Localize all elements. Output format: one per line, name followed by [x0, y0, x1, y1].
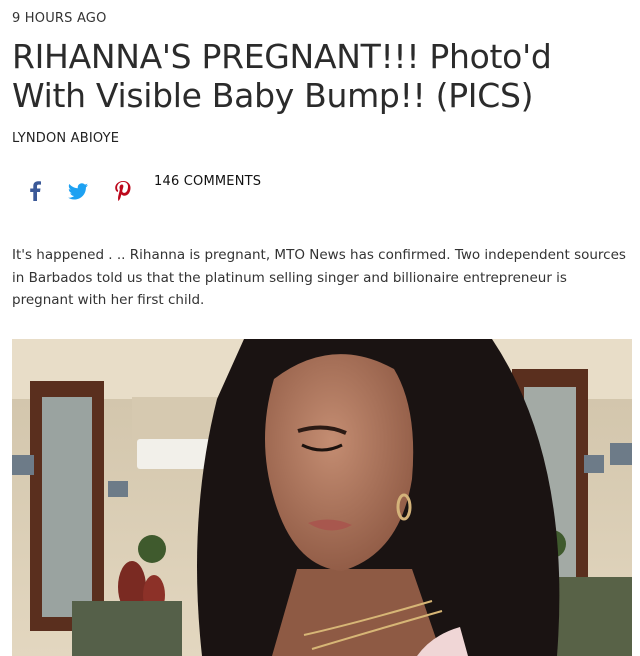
twitter-share-button[interactable] [67, 180, 89, 202]
pinterest-icon [115, 181, 131, 201]
facebook-share-button[interactable] [24, 180, 46, 202]
article-timestamp: 9 HOURS AGO [12, 11, 107, 26]
article-headline: RIHANNA'S PREGNANT!!! Photo'd With Visib… [12, 37, 552, 115]
pinterest-share-button[interactable] [112, 180, 134, 202]
article-body: It's happened . .. Rihanna is pregnant, … [12, 247, 626, 308]
twitter-icon [68, 182, 88, 199]
article-author[interactable]: LYNDON ABIOYE [12, 131, 119, 146]
comments-link[interactable]: 146 COMMENTS [154, 174, 261, 189]
article-photo [12, 339, 632, 656]
facebook-icon [30, 181, 41, 201]
